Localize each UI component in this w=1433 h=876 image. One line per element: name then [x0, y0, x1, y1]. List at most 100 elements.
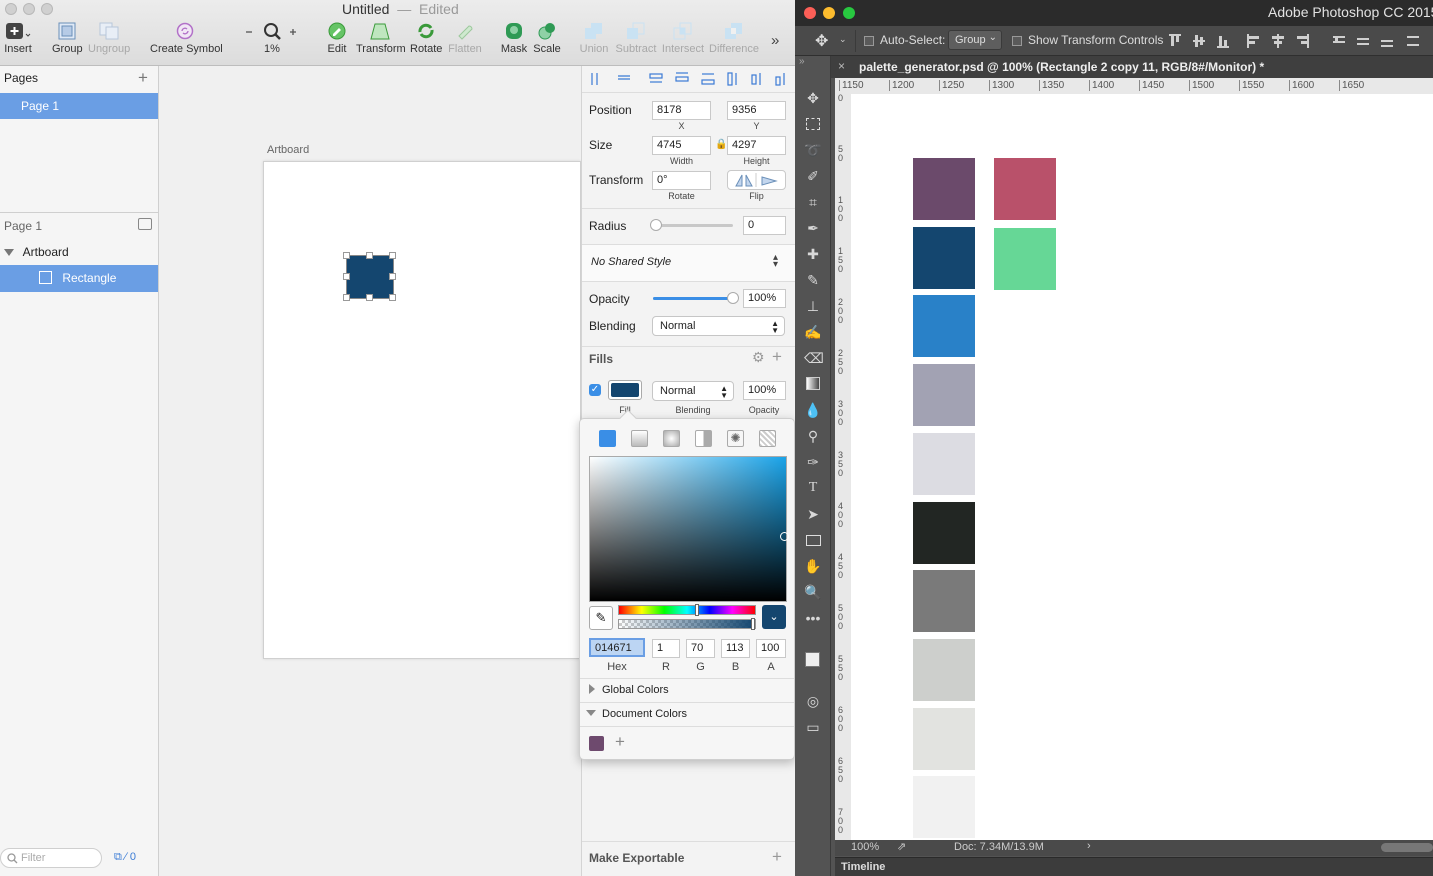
- difference-button[interactable]: Difference: [709, 22, 759, 55]
- add-document-color-icon[interactable]: +: [615, 732, 625, 752]
- symbols-filter-icon[interactable]: ⧉ ∕ 0: [114, 851, 136, 864]
- flip-control[interactable]: [727, 170, 786, 190]
- rectangle-shape[interactable]: [347, 256, 393, 298]
- document-colors-section[interactable]: Document Colors: [586, 708, 687, 720]
- share-icon[interactable]: ⇗: [897, 840, 906, 853]
- noise-fill-icon[interactable]: [759, 430, 776, 447]
- toolbar-overflow-icon[interactable]: »: [771, 32, 779, 49]
- color-swatch[interactable]: [913, 295, 975, 358]
- color-swatch[interactable]: [913, 158, 975, 220]
- edit-button[interactable]: Edit: [326, 22, 348, 55]
- alpha-input[interactable]: 100: [756, 639, 786, 658]
- solid-fill-icon[interactable]: [599, 430, 616, 447]
- subtract-button[interactable]: Subtract: [614, 22, 658, 55]
- global-colors-section[interactable]: Global Colors: [589, 684, 669, 696]
- resize-handle[interactable]: [343, 252, 350, 259]
- radial-gradient-icon[interactable]: [663, 430, 680, 447]
- radius-input[interactable]: 0: [743, 216, 786, 235]
- color-swatch[interactable]: [994, 228, 1056, 290]
- radius-slider[interactable]: [650, 219, 733, 231]
- opacity-slider[interactable]: [653, 292, 739, 304]
- opacity-input[interactable]: 100%: [743, 289, 786, 308]
- timeline-tab[interactable]: Timeline: [841, 861, 885, 873]
- flatten-button[interactable]: Flatten: [447, 22, 483, 55]
- add-export-icon[interactable]: +: [772, 847, 782, 867]
- move-tool-icon[interactable]: ✥: [815, 31, 828, 51]
- pattern-fill-icon[interactable]: ✺: [727, 430, 744, 447]
- more-tools-icon[interactable]: •••: [804, 609, 822, 627]
- zoom-window-button[interactable]: [41, 3, 53, 15]
- alpha-slider[interactable]: [618, 618, 756, 630]
- zoom-readout[interactable]: 100%: [851, 841, 879, 853]
- intersect-button[interactable]: Intersect: [661, 22, 705, 55]
- create-symbol-button[interactable]: Create Symbol: [150, 22, 223, 55]
- lock-icon[interactable]: 🔒: [715, 139, 727, 150]
- disclosure-open-icon[interactable]: [4, 249, 14, 256]
- pen-tool-icon[interactable]: ✑: [804, 453, 822, 471]
- rectangle-tool-icon[interactable]: [804, 531, 822, 549]
- screen-mode-icon[interactable]: ▭: [804, 718, 822, 736]
- auto-select-dropdown[interactable]: Group ⌄: [948, 30, 1002, 50]
- eraser-tool-icon[interactable]: ⌫: [804, 349, 824, 367]
- chevron-right-icon[interactable]: ›: [1087, 840, 1091, 852]
- close-tab-icon[interactable]: ×: [838, 59, 845, 73]
- dodge-tool-icon[interactable]: ⚲: [804, 427, 822, 445]
- resize-handle[interactable]: [389, 273, 396, 280]
- document-tab[interactable]: × palette_generator.psd @ 100% (Rectangl…: [831, 56, 1433, 78]
- zoom-control[interactable]: 1%: [244, 22, 300, 55]
- stamp-tool-icon[interactable]: ⊥: [804, 297, 822, 315]
- zoom-tool-icon[interactable]: 🔍: [804, 583, 822, 601]
- auto-select-checkbox[interactable]: [864, 36, 874, 46]
- color-field-handle[interactable]: [780, 532, 789, 541]
- gradient-tool-icon[interactable]: [804, 375, 822, 393]
- add-fill-icon[interactable]: +: [772, 347, 782, 367]
- eyedropper-tool-icon[interactable]: ✒: [804, 219, 822, 237]
- marquee-tool-icon[interactable]: [804, 115, 822, 133]
- document-info[interactable]: Doc: 7.34M/13.9M: [954, 841, 1044, 853]
- blur-tool-icon[interactable]: 💧: [804, 401, 822, 419]
- minimize-window-button[interactable]: [23, 3, 35, 15]
- fill-blending-select[interactable]: Normal ▲ ▼: [652, 381, 734, 401]
- make-exportable-header[interactable]: Make Exportable: [589, 851, 684, 865]
- position-y-input[interactable]: 9356: [727, 101, 786, 120]
- resize-handle[interactable]: [389, 294, 396, 301]
- color-swatch[interactable]: [913, 776, 975, 839]
- align-distribute-icons[interactable]: [1167, 32, 1433, 50]
- chevron-down-icon[interactable]: ⌄: [839, 34, 847, 45]
- path-selection-tool-icon[interactable]: ➤: [804, 505, 822, 523]
- type-tool-icon[interactable]: T: [804, 479, 822, 497]
- add-page-icon[interactable]: +: [138, 68, 148, 88]
- shared-style-select[interactable]: No Shared Style ▴ ▾: [582, 245, 795, 281]
- foreground-color-swatch[interactable]: [805, 652, 820, 667]
- horizontal-scrollbar[interactable]: [1381, 843, 1433, 852]
- collapse-layers-icon[interactable]: [138, 218, 152, 230]
- fill-options-gear-icon[interactable]: ⚙: [752, 349, 765, 366]
- layer-rectangle[interactable]: Rectangle: [0, 265, 158, 292]
- hue-slider[interactable]: [618, 604, 756, 616]
- color-swatch[interactable]: [913, 226, 975, 289]
- fill-enabled-checkbox[interactable]: ✓: [589, 384, 601, 396]
- resize-handle[interactable]: [389, 252, 396, 259]
- color-swatch[interactable]: [913, 432, 975, 495]
- healing-brush-tool-icon[interactable]: ✚: [804, 245, 822, 263]
- zoom-window-button[interactable]: [843, 7, 855, 19]
- linear-gradient-icon[interactable]: [631, 430, 648, 447]
- union-button[interactable]: Union: [578, 22, 610, 55]
- red-input[interactable]: 1: [652, 639, 680, 658]
- angular-gradient-icon[interactable]: [695, 430, 712, 447]
- hue-slider-handle[interactable]: [695, 604, 699, 616]
- transform-button[interactable]: Transform: [356, 22, 406, 55]
- color-swatch[interactable]: [913, 501, 975, 564]
- rotate-button[interactable]: Rotate: [410, 22, 442, 55]
- document-color-swatch[interactable]: [589, 736, 604, 751]
- close-window-button[interactable]: [804, 7, 816, 19]
- blending-select[interactable]: Normal ▲ ▼: [652, 316, 785, 336]
- resize-handle[interactable]: [343, 294, 350, 301]
- page-item-page-1[interactable]: Page 1: [0, 93, 158, 119]
- color-swatch[interactable]: [913, 570, 975, 633]
- insert-button[interactable]: Insert: [4, 22, 32, 55]
- color-swatch[interactable]: [994, 158, 1056, 220]
- canvas[interactable]: Artboard: [159, 66, 581, 876]
- resize-handle[interactable]: [366, 252, 373, 259]
- resize-handle[interactable]: [366, 294, 373, 301]
